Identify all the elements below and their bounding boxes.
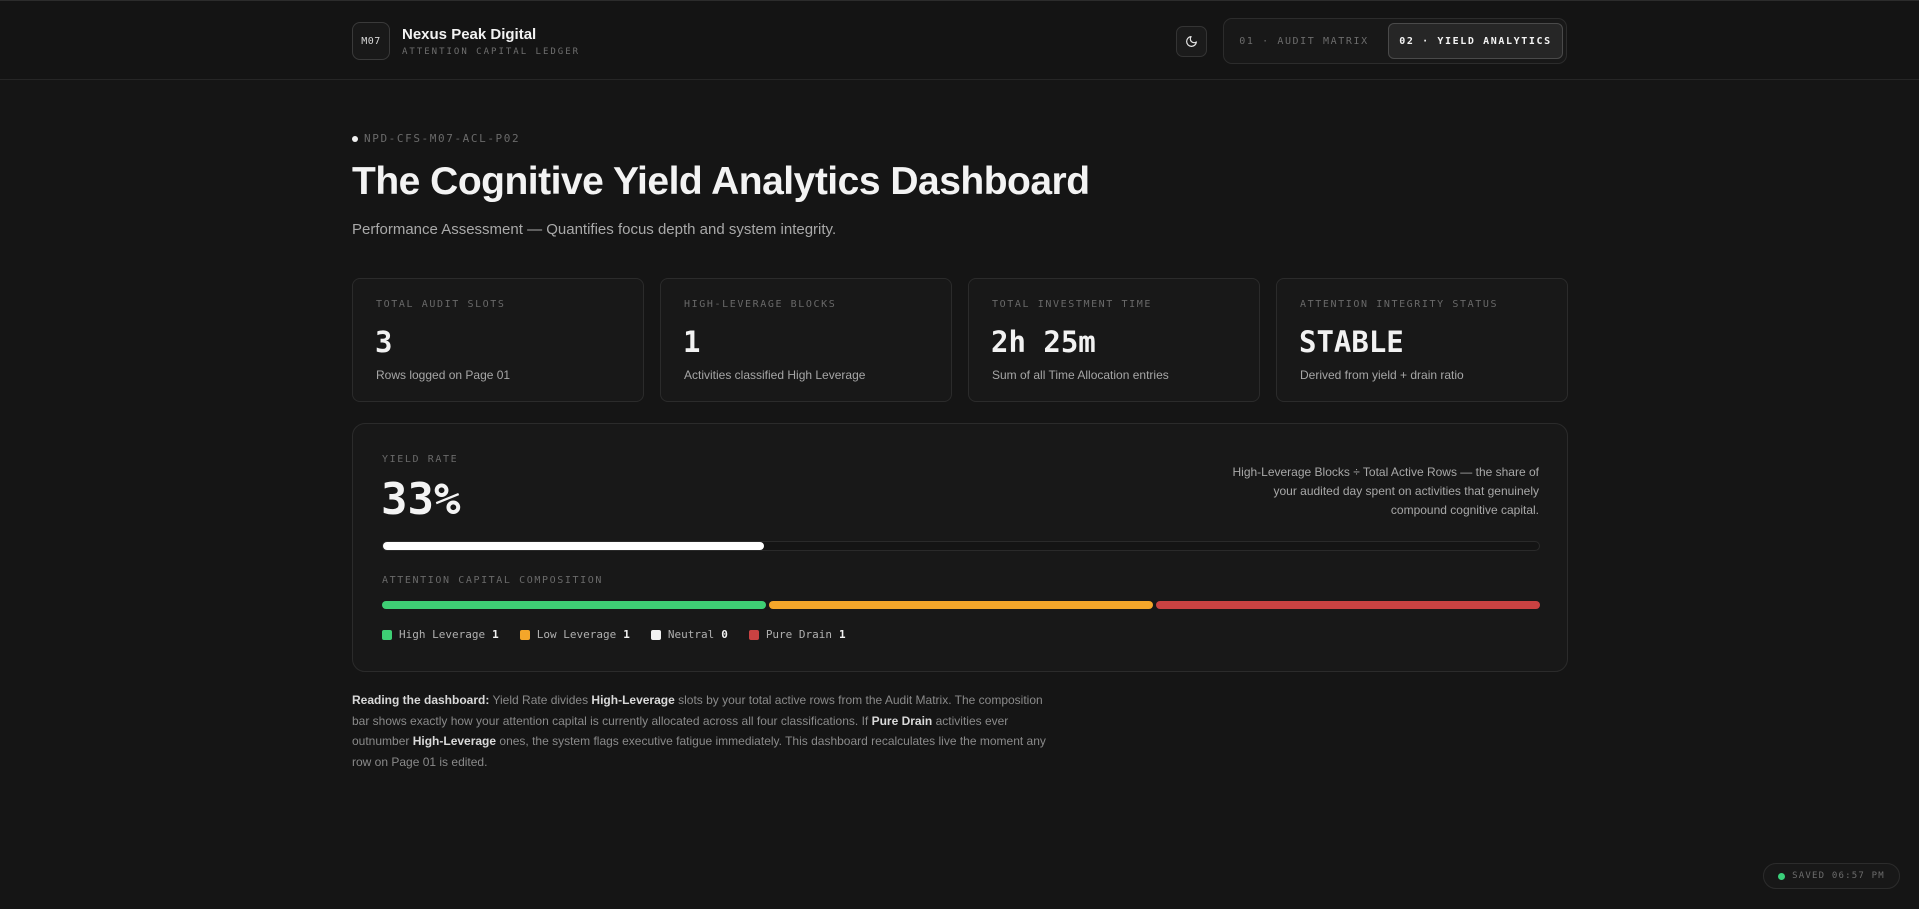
stat-description: Derived from yield + drain ratio (1300, 368, 1464, 382)
theme-toggle-button[interactable] (1176, 26, 1207, 57)
yield-rate-note: High-Leverage Blocks ÷ Total Active Rows… (1232, 465, 1539, 517)
legend-item-high-leverage: High Leverage 1 (382, 628, 499, 641)
explanation-lead: Reading the dashboard: (352, 693, 490, 707)
yield-panel: YIELD RATE 33% High-Leverage Blocks ÷ To… (352, 423, 1568, 672)
saved-dot-icon (1778, 872, 1786, 880)
legend-count: 1 (839, 628, 846, 641)
explanation-emphasis: High-Leverage (591, 693, 675, 707)
saved-status-badge: SAVED 06:57 PM (1763, 863, 1900, 889)
yield-progress-fill (383, 542, 765, 550)
legend-label: Low Leverage (536, 628, 617, 641)
legend-count: 1 (623, 628, 630, 641)
stat-card-high-leverage: HIGH-LEVERAGE BLOCKS 1 Activities classi… (660, 278, 952, 402)
stat-value: 3 (375, 325, 393, 359)
page-subtitle: Performance Assessment — Quantifies focu… (352, 221, 837, 238)
stat-label: ATTENTION INTEGRITY STATUS (1300, 299, 1499, 310)
legend-swatch (519, 629, 530, 640)
yield-rate-value: 33% (381, 474, 461, 525)
stat-value: 1 (683, 325, 701, 359)
stat-label: TOTAL INVESTMENT TIME (992, 299, 1153, 310)
explanation-emphasis: Pure Drain (871, 713, 933, 728)
stat-value: STABLE (1299, 325, 1404, 359)
stat-value: 2h 25m (991, 325, 1096, 359)
legend-swatch (650, 629, 661, 640)
stat-description: Rows logged on Page 01 (376, 368, 511, 382)
brand-name: Nexus Peak Digital (402, 25, 537, 43)
legend-count: 0 (721, 628, 728, 641)
composition-label: ATTENTION CAPITAL COMPOSITION (382, 575, 603, 586)
tab-audit-matrix[interactable]: 01 · AUDIT MATRIX (1230, 23, 1378, 59)
legend-item-pure-drain: Pure Drain 1 (748, 628, 846, 641)
composition-segment-high-leverage (382, 601, 766, 609)
legend-swatch (748, 629, 759, 640)
stat-label: HIGH-LEVERAGE BLOCKS (684, 299, 837, 310)
explanation-emphasis: High-Leverage (412, 734, 497, 748)
composition-legend: High Leverage 1 Low Leverage 1 Neutral 0… (382, 628, 867, 641)
explanation-text: Yield Rate divides (489, 693, 592, 707)
legend-label: Pure Drain (765, 628, 833, 641)
document-id: NPD-CFS-M07-ACL-P02 (352, 132, 520, 145)
saved-status-text: SAVED 06:57 PM (1792, 871, 1885, 881)
brand-text: Nexus Peak Digital ATTENTION CAPITAL LED… (402, 26, 580, 57)
legend-item-neutral: Neutral 0 (650, 628, 728, 641)
yield-progress-bar (382, 541, 1540, 551)
legend-swatch (382, 629, 392, 640)
brand-subtitle: ATTENTION CAPITAL LEDGER (402, 46, 581, 57)
brand: M07 Nexus Peak Digital ATTENTION CAPITAL… (352, 22, 580, 60)
status-dot-icon (352, 135, 358, 142)
tab-yield-analytics[interactable]: 02 · YIELD ANALYTICS (1388, 23, 1563, 59)
logo-badge: M07 (352, 22, 390, 60)
legend-label: High Leverage (399, 628, 486, 641)
stat-card-investment-time: TOTAL INVESTMENT TIME 2h 25m Sum of all … (968, 278, 1260, 402)
stat-label: TOTAL AUDIT SLOTS (376, 299, 506, 310)
page-tabs: 01 · AUDIT MATRIX 02 · YIELD ANALYTICS (1223, 18, 1567, 64)
top-bar: M07 Nexus Peak Digital ATTENTION CAPITAL… (0, 0, 1919, 80)
moon-icon (1186, 36, 1197, 47)
page-title: The Cognitive Yield Analytics Dashboard (352, 160, 1090, 203)
stat-card-integrity-status: ATTENTION INTEGRITY STATUS STABLE Derive… (1276, 278, 1568, 402)
dashboard-explanation: Reading the dashboard: Yield Rate divide… (352, 690, 1062, 772)
stat-card-audit-slots: TOTAL AUDIT SLOTS 3 Rows logged on Page … (352, 278, 644, 402)
yield-rate-label: YIELD RATE (382, 454, 459, 465)
legend-count: 1 (492, 628, 499, 641)
stat-description: Activities classified High Leverage (684, 368, 866, 382)
stat-description: Sum of all Time Allocation entries (992, 368, 1169, 382)
composition-bar (382, 601, 1540, 609)
legend-item-low-leverage: Low Leverage 1 (519, 628, 630, 641)
document-id-text: NPD-CFS-M07-ACL-P02 (364, 132, 521, 145)
composition-segment-low-leverage (769, 601, 1153, 609)
legend-label: Neutral (667, 628, 715, 641)
composition-segment-pure-drain (1156, 601, 1540, 609)
